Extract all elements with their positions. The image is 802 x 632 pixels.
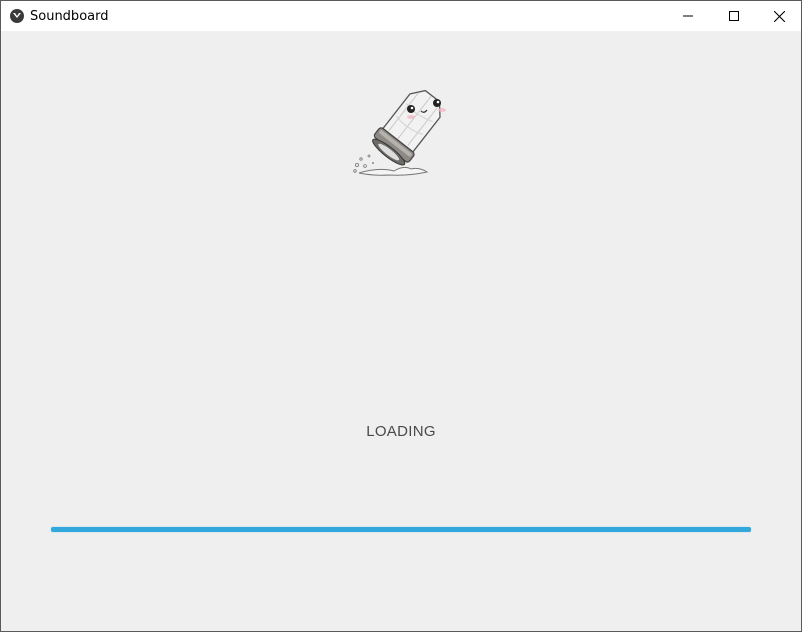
loading-progress-bar	[51, 527, 751, 532]
minimize-icon	[683, 15, 693, 17]
app-icon	[10, 9, 24, 23]
window-title: Soundboard	[30, 9, 109, 24]
splash-screen: LOADING	[1, 31, 801, 631]
close-icon	[773, 10, 785, 22]
close-button[interactable]	[756, 1, 802, 31]
minimize-button[interactable]	[665, 1, 711, 31]
progress-bar-fill	[51, 527, 751, 532]
loading-status: LOADING	[366, 423, 436, 440]
maximize-icon	[729, 11, 739, 21]
title-bar[interactable]: Soundboard	[1, 1, 801, 31]
maximize-button[interactable]	[711, 1, 757, 31]
salt-shaker-mascot-image	[353, 89, 446, 176]
app-window: Soundboard LOADING	[0, 0, 802, 632]
